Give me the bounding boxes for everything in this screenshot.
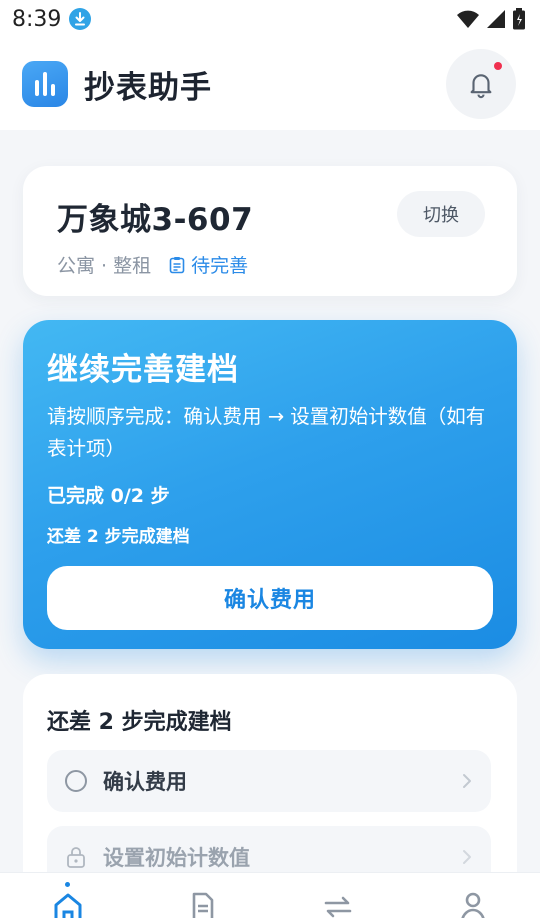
nav-item-profile[interactable] — [433, 873, 513, 918]
active-indicator — [65, 882, 70, 887]
nav-item-home[interactable] — [28, 873, 108, 918]
swap-icon — [321, 891, 355, 918]
lock-icon — [67, 847, 85, 868]
property-status-label: 待完善 — [191, 255, 249, 277]
chevron-right-icon — [463, 850, 471, 864]
property-card: 万象城3-607 公寓 · 整租 待完善 切换 — [23, 166, 517, 296]
nav-item-records[interactable] — [163, 873, 243, 918]
step-label: 确认费用 — [103, 770, 187, 794]
unread-dot — [494, 62, 502, 70]
progress-count: 已完成 0/2 步 — [47, 485, 170, 507]
bottom-nav — [0, 872, 540, 918]
notification-button[interactable] — [446, 49, 516, 119]
battery-icon — [513, 8, 525, 30]
signal-icon — [487, 10, 505, 28]
progress-card-title: 继续完善建档 — [47, 352, 239, 388]
steps-card-title: 还差 2 步完成建档 — [47, 710, 232, 735]
user-icon — [458, 891, 488, 918]
circle-icon — [65, 770, 87, 792]
steps-card: 还差 2 步完成建档 确认费用 设置初始计数值 — [23, 674, 517, 894]
bar-chart-icon — [22, 61, 68, 107]
onboarding-progress-card: 继续完善建档 请按顺序完成：确认费用 → 设置初始计数值（如有表计项） 已完成 … — [23, 320, 517, 649]
download-icon — [69, 8, 92, 30]
app-header: 抄表助手 — [0, 38, 540, 130]
step-item-confirm-fees[interactable]: 确认费用 — [47, 750, 491, 812]
status-right — [456, 8, 526, 30]
brand: 抄表助手 — [22, 61, 212, 107]
property-meta: 公寓 · 整租 待完善 — [57, 251, 485, 278]
status-left: 8:39 — [12, 6, 92, 32]
wifi-icon — [457, 10, 479, 28]
home-icon — [52, 891, 84, 918]
property-type: 公寓 · 整租 — [57, 255, 152, 277]
chevron-right-icon — [463, 774, 471, 788]
clipboard-icon — [169, 256, 185, 273]
status-time: 8:39 — [12, 6, 62, 32]
property-status: 待完善 — [169, 251, 248, 278]
bell-icon — [470, 74, 492, 99]
status-bar: 8:39 — [0, 0, 540, 38]
document-icon — [188, 891, 218, 918]
progress-card-description: 请按顺序完成：确认费用 → 设置初始计数值（如有表计项） — [47, 405, 486, 460]
progress-remaining: 还差 2 步完成建档 — [47, 527, 190, 547]
step-label: 设置初始计数值 — [103, 846, 250, 870]
confirm-fees-button[interactable]: 确认费用 — [47, 566, 493, 630]
nav-item-transfer[interactable] — [298, 873, 378, 918]
app-title: 抄表助手 — [84, 69, 212, 106]
switch-property-button[interactable]: 切换 — [397, 191, 485, 237]
